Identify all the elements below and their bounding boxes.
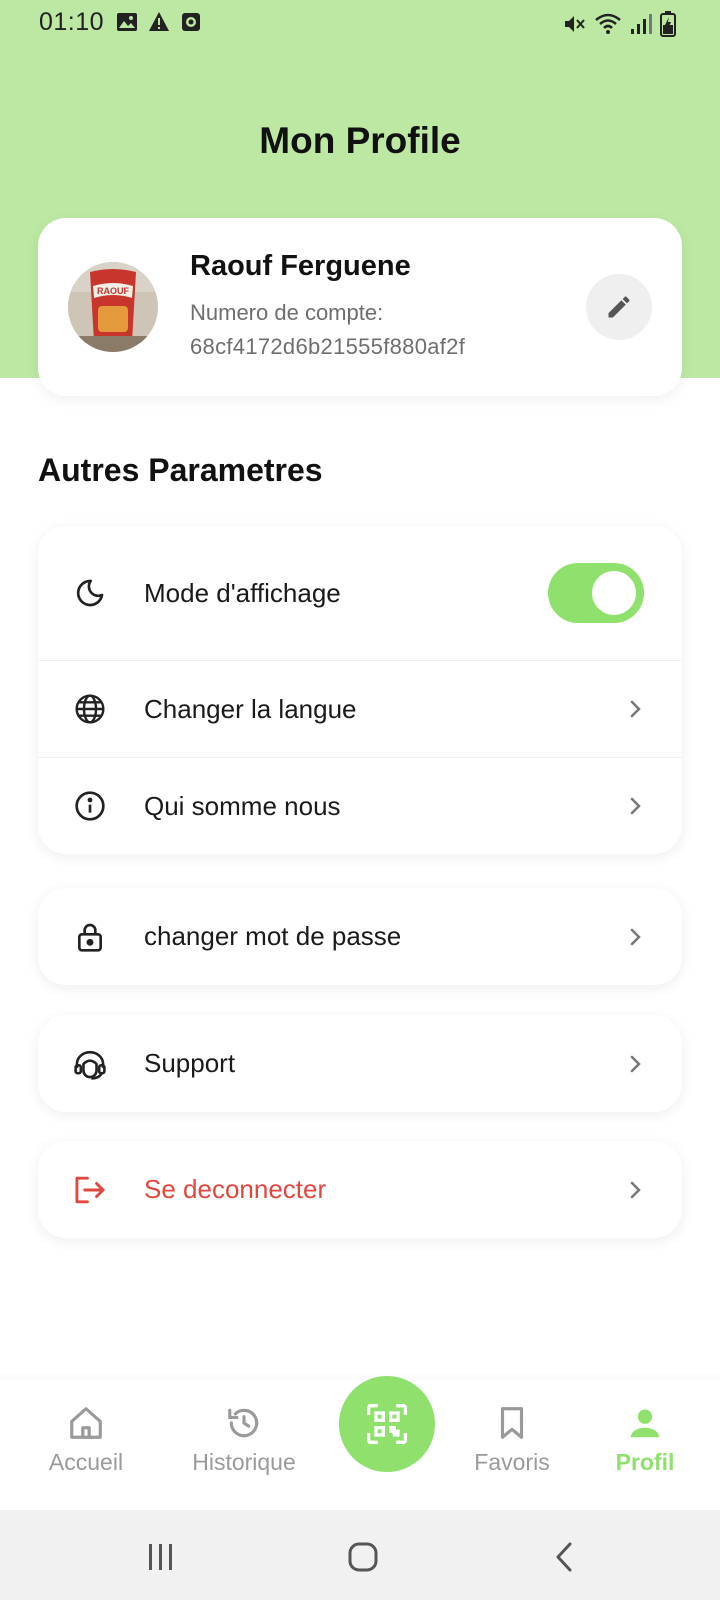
signal-icon (631, 14, 652, 34)
change-language-label: Changer la langue (144, 693, 357, 724)
system-navigation-bar (0, 1510, 720, 1600)
nav-home-label: Accueil (48, 1449, 124, 1475)
status-time: 01:10 (39, 8, 105, 36)
status-system-icons (562, 11, 676, 37)
password-card: changer mot de passe (38, 888, 682, 985)
bottom-navigation: Accueil Historique Favoris Profil (0, 1376, 720, 1510)
logout-icon (72, 1172, 108, 1208)
battery-charging-icon (660, 11, 676, 37)
history-icon (228, 1408, 259, 1438)
display-mode-row: Mode d'affichage (38, 526, 682, 660)
recorder-icon (182, 13, 200, 31)
avatar[interactable]: RAOUF (68, 262, 158, 352)
logout-row[interactable]: Se deconnecter (38, 1141, 682, 1238)
chevron-right-icon (630, 700, 641, 718)
headset-icon (72, 1046, 108, 1082)
nav-history[interactable]: Historique (186, 1404, 302, 1476)
logout-label: Se deconnecter (144, 1174, 327, 1204)
logout-card: Se deconnecter (38, 1141, 682, 1238)
chevron-right-icon (630, 797, 641, 815)
image-icon (117, 13, 137, 31)
home-icon (70, 1407, 102, 1439)
status-bar: 01:10 (0, 0, 720, 46)
chevron-right-icon (630, 928, 641, 945)
nav-favorites[interactable]: Favoris (470, 1404, 554, 1476)
profile-name: Raouf Ferguene (190, 250, 411, 282)
about-us-row[interactable]: Qui somme nous (38, 757, 682, 854)
status-notification-icons (116, 11, 202, 33)
info-icon (72, 788, 108, 824)
nav-profile-label: Profil (615, 1449, 675, 1475)
account-number-value: 68cf4172d6b21555f880af2f (190, 334, 466, 359)
pencil-icon (608, 296, 630, 318)
profile-card: RAOUF Raouf Ferguene Numero de compte: 6… (38, 218, 682, 396)
nav-favorites-label: Favoris (474, 1449, 550, 1475)
edit-profile-button[interactable] (586, 274, 652, 340)
change-password-row[interactable]: changer mot de passe (38, 888, 682, 985)
nav-home[interactable]: Accueil (44, 1404, 128, 1476)
support-label: Support (144, 1048, 236, 1078)
support-row[interactable]: Support (38, 1015, 682, 1112)
section-title: Autres Parametres (38, 452, 323, 488)
back-icon[interactable] (552, 1541, 576, 1573)
bookmark-icon (500, 1407, 524, 1439)
nav-profile[interactable]: Profil (610, 1404, 680, 1476)
mute-icon (565, 16, 585, 32)
chevron-right-icon (630, 1055, 641, 1072)
account-number-label: Numero de compte: (190, 300, 384, 325)
display-mode-label: Mode d'affichage (144, 577, 341, 608)
globe-icon (72, 691, 108, 727)
page-title: Mon Profile (259, 120, 461, 161)
about-us-label: Qui somme nous (144, 790, 341, 821)
support-card: Support (38, 1015, 682, 1112)
change-language-row[interactable]: Changer la langue (38, 660, 682, 757)
moon-icon (72, 575, 108, 611)
avatar-image: RAOUF (68, 262, 158, 352)
warning-icon (149, 12, 169, 31)
settings-card: Mode d'affichage Changer la langue Qui s… (38, 526, 682, 854)
home-button-icon[interactable] (347, 1541, 379, 1573)
nav-history-label: Historique (192, 1449, 296, 1475)
lock-icon (72, 919, 108, 955)
display-mode-toggle[interactable] (548, 563, 644, 623)
qr-scan-icon (367, 1404, 407, 1444)
recent-apps-icon[interactable] (146, 1542, 176, 1572)
chevron-right-icon (630, 1181, 641, 1198)
change-password-label: changer mot de passe (144, 921, 402, 951)
avatar-logo-text: RAOUF (97, 286, 129, 296)
wifi-icon (595, 13, 621, 34)
toggle-knob (592, 571, 636, 615)
scan-qr-button[interactable] (339, 1376, 435, 1472)
person-icon (630, 1409, 660, 1438)
